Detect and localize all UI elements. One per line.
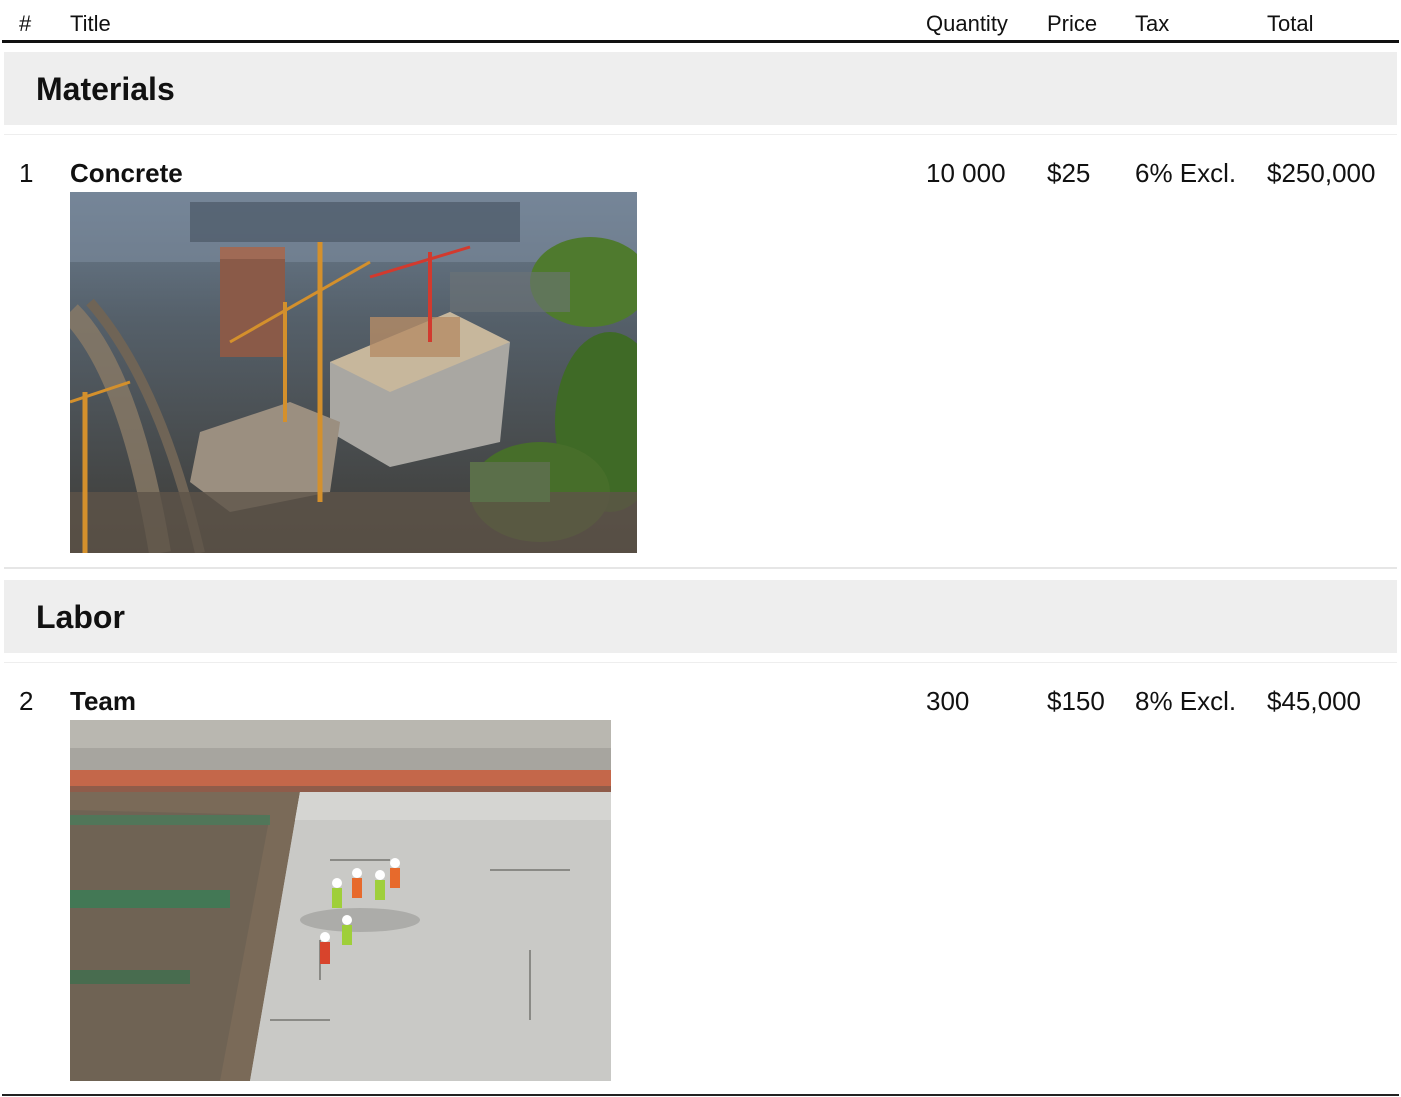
- item-tax: 6% Excl.: [1135, 158, 1237, 188]
- item-price: $150: [1047, 686, 1105, 716]
- row-number: 1: [19, 158, 34, 188]
- item-image[interactable]: [70, 192, 637, 553]
- table-bottom-border: [2, 1094, 1399, 1096]
- table-header: # Title Quantity Price Tax Total: [2, 0, 1399, 43]
- group-header-materials: Materials: [4, 52, 1397, 125]
- column-header-title[interactable]: Title: [70, 10, 111, 38]
- item-price: $25: [1047, 158, 1091, 188]
- column-header-price[interactable]: Price: [1047, 10, 1097, 38]
- workers-on-slab-photo: [70, 720, 611, 1081]
- group-title: Labor: [36, 599, 125, 635]
- group-header-labor: Labor: [4, 580, 1397, 653]
- item-title[interactable]: Concrete: [70, 157, 183, 189]
- table-row[interactable]: 1 Concrete 10 000 $25 6% Excl. $250,000: [2, 157, 1399, 557]
- item-tax: 8% Excl.: [1135, 686, 1237, 716]
- divider: [4, 134, 1397, 135]
- item-total: $250,000: [1267, 158, 1376, 188]
- divider: [4, 567, 1397, 569]
- column-header-total[interactable]: Total: [1267, 10, 1313, 38]
- column-header-tax[interactable]: Tax: [1135, 10, 1169, 38]
- table-row[interactable]: 2 Team 300 $150 8% Excl. $45,000: [2, 685, 1399, 1085]
- item-total: $45,000: [1267, 686, 1361, 716]
- divider: [4, 662, 1397, 663]
- item-title[interactable]: Team: [70, 685, 136, 717]
- column-header-quantity[interactable]: Quantity: [926, 10, 1008, 38]
- construction-site-photo: [70, 192, 637, 553]
- row-number: 2: [19, 686, 34, 716]
- item-image[interactable]: [70, 720, 611, 1081]
- column-header-number[interactable]: #: [19, 10, 31, 38]
- item-quantity: 300: [926, 686, 970, 716]
- group-title: Materials: [36, 71, 175, 107]
- line-items-table: # Title Quantity Price Tax Total Materia…: [0, 0, 1401, 1097]
- item-quantity: 10 000: [926, 158, 1006, 188]
